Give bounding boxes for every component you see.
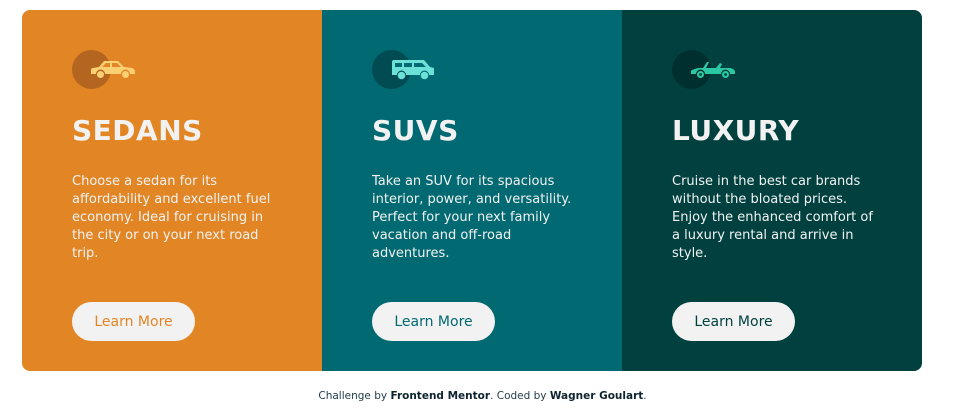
card-description: Cruise in the best car brands without th… xyxy=(672,174,873,261)
learn-more-button[interactable]: Learn More xyxy=(672,302,795,341)
frontend-mentor-link[interactable]: Frontend Mentor xyxy=(390,390,490,402)
card-sedans: SEDANS Choose a sedan for its affordabil… xyxy=(22,10,322,371)
learn-more-button[interactable]: Learn More xyxy=(72,302,195,341)
attribution-prefix: Challenge by xyxy=(318,390,391,402)
card-suvs: SUVS Take an SUV for its spacious interi… xyxy=(322,10,622,371)
attribution-suffix: . xyxy=(643,390,647,402)
cards-container: SEDANS Choose a sedan for its affordabil… xyxy=(22,10,922,371)
sedan-car-icon xyxy=(91,61,135,78)
card-title: SEDANS xyxy=(72,114,203,147)
luxury-car-icon xyxy=(691,62,735,78)
attribution-middle: . Coded by xyxy=(490,390,550,402)
suv-icon-wrap xyxy=(372,50,442,90)
sedan-icon-wrap xyxy=(72,50,142,90)
card-description: Take an SUV for its spacious interior, p… xyxy=(372,174,572,261)
card-title: LUXURY xyxy=(672,114,800,147)
attribution: Challenge by Frontend Mentor. Coded by W… xyxy=(0,390,965,402)
learn-more-button[interactable]: Learn More xyxy=(372,302,495,341)
suv-car-icon xyxy=(392,60,434,80)
card-description: Choose a sedan for its affordability and… xyxy=(72,174,271,261)
card-title: SUVS xyxy=(372,114,459,147)
author-link[interactable]: Wagner Goulart xyxy=(550,390,643,402)
card-luxury: LUXURY Cruise in the best car brands wit… xyxy=(622,10,922,371)
luxury-icon-wrap xyxy=(672,50,742,90)
